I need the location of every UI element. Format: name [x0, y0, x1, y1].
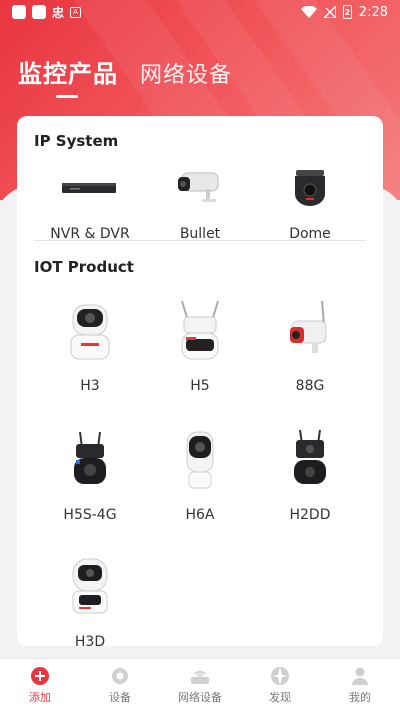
bullet-camera-icon: [178, 172, 219, 202]
section-title-iot-product: IOT Product: [34, 258, 134, 276]
product-label: 88G: [295, 378, 325, 394]
product-label: H5S-4G: [63, 507, 117, 523]
h6a-camera-icon: [186, 431, 214, 489]
tab-network-devices[interactable]: 网络设备: [140, 57, 232, 89]
h5-camera-icon: [181, 300, 219, 360]
status-bar: 忠 A 2 2:28: [0, 0, 400, 24]
active-tab-indicator: [56, 95, 78, 98]
notification-icon: [32, 5, 46, 19]
product-dome[interactable]: Dome: [255, 154, 365, 242]
product-bullet[interactable]: Bullet: [145, 154, 255, 242]
tab-monitoring-products[interactable]: 监控产品: [18, 54, 118, 89]
profile-icon: [352, 667, 368, 685]
product-label: H3D: [74, 634, 106, 646]
h3-camera-icon: [70, 304, 110, 360]
nav-item-discover[interactable]: 发现: [240, 659, 320, 712]
device-icon: [112, 668, 128, 684]
a-icon: A: [70, 6, 82, 18]
product-nvr-dvr[interactable]: NVR & DVR: [35, 154, 145, 242]
nvr-icon: [62, 183, 116, 193]
product-label: H5: [190, 378, 210, 394]
nav-item-network-devices[interactable]: 网络设备: [160, 659, 240, 712]
signal-icon: [323, 6, 336, 18]
product-h6a[interactable]: H6A: [145, 421, 255, 523]
dome-camera-icon: [295, 170, 325, 206]
nav-label: 发现: [269, 691, 291, 704]
notification-icon: [12, 5, 26, 19]
product-label: H6A: [185, 507, 215, 523]
discover-icon: [271, 667, 289, 685]
product-h5[interactable]: H5: [145, 292, 255, 394]
product-card: IP System NVR & DVR Bullet Dome IOT Prod…: [17, 116, 383, 646]
product-label: H3: [80, 378, 100, 394]
h5s-4g-camera-icon: [74, 431, 106, 484]
wifi-icon: [300, 6, 317, 18]
plus-icon: [31, 667, 49, 685]
88g-camera-icon: [290, 300, 327, 353]
h3d-camera-icon: [72, 558, 108, 614]
bottom-nav: 添加 设备 网络设备 发现 我的: [0, 658, 400, 712]
app-notification-icon: 忠: [52, 5, 65, 20]
nav-label: 我的: [349, 691, 371, 704]
section-divider: [34, 240, 366, 241]
product-h3d[interactable]: H3D: [35, 548, 145, 646]
product-h2dd[interactable]: H2DD: [255, 421, 365, 523]
category-tabs: 监控产品 网络设备: [18, 54, 232, 89]
product-h3[interactable]: H3: [35, 292, 145, 394]
product-label: H2DD: [289, 507, 331, 523]
nav-item-devices[interactable]: 设备: [80, 659, 160, 712]
nav-label: 设备: [109, 691, 131, 704]
nav-item-profile[interactable]: 我的: [320, 659, 400, 712]
clock: 2:28: [358, 4, 388, 20]
battery-icon: 2: [342, 5, 352, 19]
section-title-ip-system: IP System: [34, 132, 119, 150]
nav-item-add[interactable]: 添加: [0, 659, 80, 712]
product-h5s-4g[interactable]: H5S-4G: [35, 421, 145, 523]
h2dd-camera-icon: [294, 429, 326, 484]
nav-label: 网络设备: [178, 691, 222, 704]
router-icon: [191, 670, 209, 684]
nav-label: 添加: [29, 691, 51, 704]
product-88g[interactable]: 88G: [255, 292, 365, 394]
